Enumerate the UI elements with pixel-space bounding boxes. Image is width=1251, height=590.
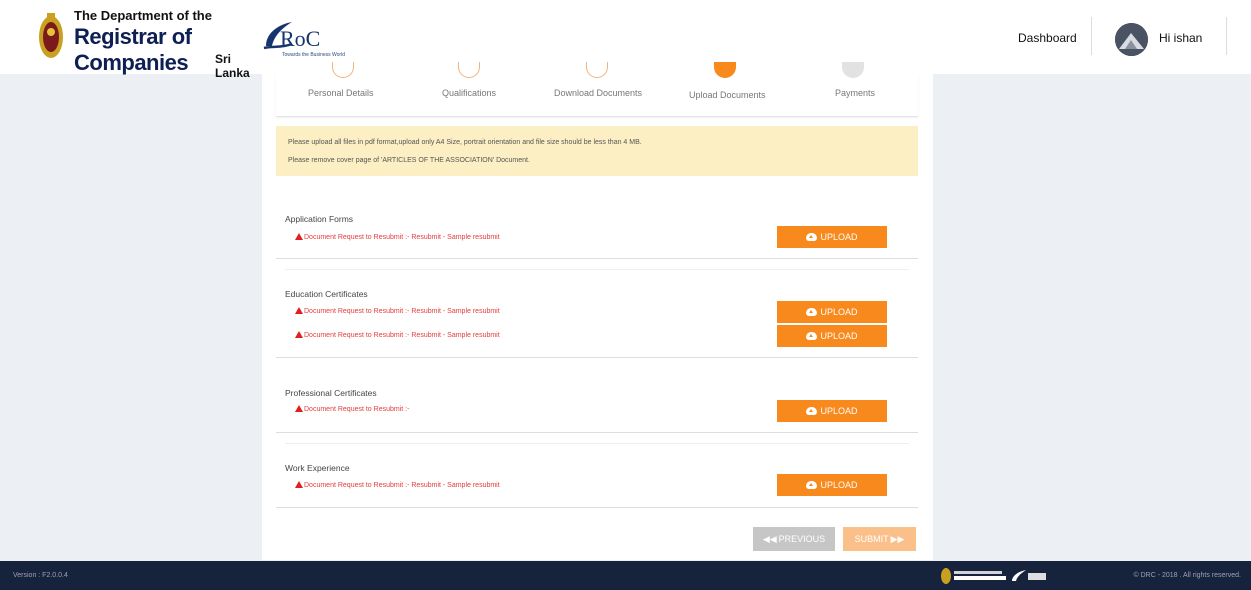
resubmit-request: Document Request to Resubmit :- Resubmit…	[295, 481, 500, 489]
page-footer: Version : F2.0.0.4 © DRC - 2018 . All ri…	[0, 561, 1251, 590]
fast-forward-icon: ▶▶	[890, 533, 905, 544]
warning-icon	[295, 481, 303, 488]
notice-line: Please remove cover page of 'ARTICLES OF…	[288, 157, 530, 164]
resubmit-request: Document Request to Resubmit :- Resubmit…	[295, 331, 500, 339]
section-divider	[276, 507, 918, 508]
warning-icon	[295, 233, 303, 240]
logo-line-1: The Department of the	[74, 8, 212, 23]
eroc-text: RoC	[280, 26, 321, 51]
step-4-indicator	[714, 62, 736, 78]
cloud-upload-icon	[806, 481, 818, 489]
header-divider	[1091, 17, 1092, 55]
upload-button[interactable]: UPLOAD	[777, 226, 887, 248]
cloud-upload-icon	[806, 407, 818, 415]
section-title: Professional Certificates	[285, 388, 377, 398]
notice-line: Please upload all files in pdf format,up…	[288, 139, 642, 146]
resubmit-request: Document Request to Resubmit :- Resubmit…	[295, 233, 500, 241]
section-title: Education Certificates	[285, 289, 368, 299]
section-divider	[285, 269, 909, 270]
section-divider	[276, 432, 918, 433]
progress-stepper: Personal Details Qualifications Download…	[276, 62, 918, 117]
upload-notice: Please upload all files in pdf format,up…	[276, 126, 918, 176]
step-label[interactable]: Payments	[835, 88, 875, 98]
section-title: Work Experience	[285, 463, 350, 473]
header-divider	[1226, 17, 1227, 55]
eroc-tagline: Towards the Business World	[282, 52, 345, 58]
section-divider	[276, 357, 918, 358]
eroc-logo[interactable]: RoC Towards the Business World	[262, 18, 362, 64]
submit-button[interactable]: SUBMIT ▶▶	[843, 527, 916, 551]
step-2-indicator	[458, 62, 480, 78]
warning-icon	[295, 405, 303, 412]
step-label[interactable]: Upload Documents	[689, 90, 766, 100]
step-1-indicator	[332, 62, 354, 78]
rewind-icon: ◀◀	[762, 533, 777, 544]
user-avatar[interactable]	[1115, 23, 1148, 56]
emblem-icon	[39, 13, 63, 58]
logo-line-3: Sri Lanka	[215, 52, 250, 80]
registrar-logo[interactable]: The Department of the Registrar of Compa…	[38, 8, 258, 80]
user-greeting[interactable]: Hi ishan	[1159, 31, 1202, 45]
cloud-upload-icon	[806, 308, 818, 316]
footer-logo-icon	[941, 568, 1046, 584]
upload-button[interactable]: UPLOAD	[777, 325, 887, 347]
step-label[interactable]: Download Documents	[554, 88, 642, 98]
section-title: Application Forms	[285, 214, 354, 224]
warning-icon	[295, 307, 303, 314]
upload-button[interactable]: UPLOAD	[777, 400, 887, 422]
section-divider	[276, 258, 918, 259]
step-3-indicator	[586, 62, 608, 78]
upload-button[interactable]: UPLOAD	[777, 301, 887, 323]
top-header: The Department of the Registrar of Compa…	[0, 0, 1251, 80]
cloud-upload-icon	[806, 233, 818, 241]
step-label[interactable]: Qualifications	[442, 88, 496, 98]
upload-button[interactable]: UPLOAD	[777, 474, 887, 496]
previous-button[interactable]: ◀◀ PREVIOUS	[753, 527, 835, 551]
avatar-image-icon	[1115, 23, 1148, 56]
step-label[interactable]: Personal Details	[308, 88, 374, 98]
step-5-indicator	[842, 62, 864, 78]
resubmit-request: Document Request to Resubmit :-	[295, 405, 409, 413]
resubmit-request: Document Request to Resubmit :- Resubmit…	[295, 307, 500, 315]
version-label: Version : F2.0.0.4	[13, 572, 68, 579]
section-divider	[285, 443, 909, 444]
nav-dashboard-link[interactable]: Dashboard	[1018, 31, 1077, 45]
copyright-text: © DRC - 2018 . All rights reserved.	[1133, 572, 1241, 579]
cloud-upload-icon	[806, 332, 818, 340]
warning-icon	[295, 331, 303, 338]
